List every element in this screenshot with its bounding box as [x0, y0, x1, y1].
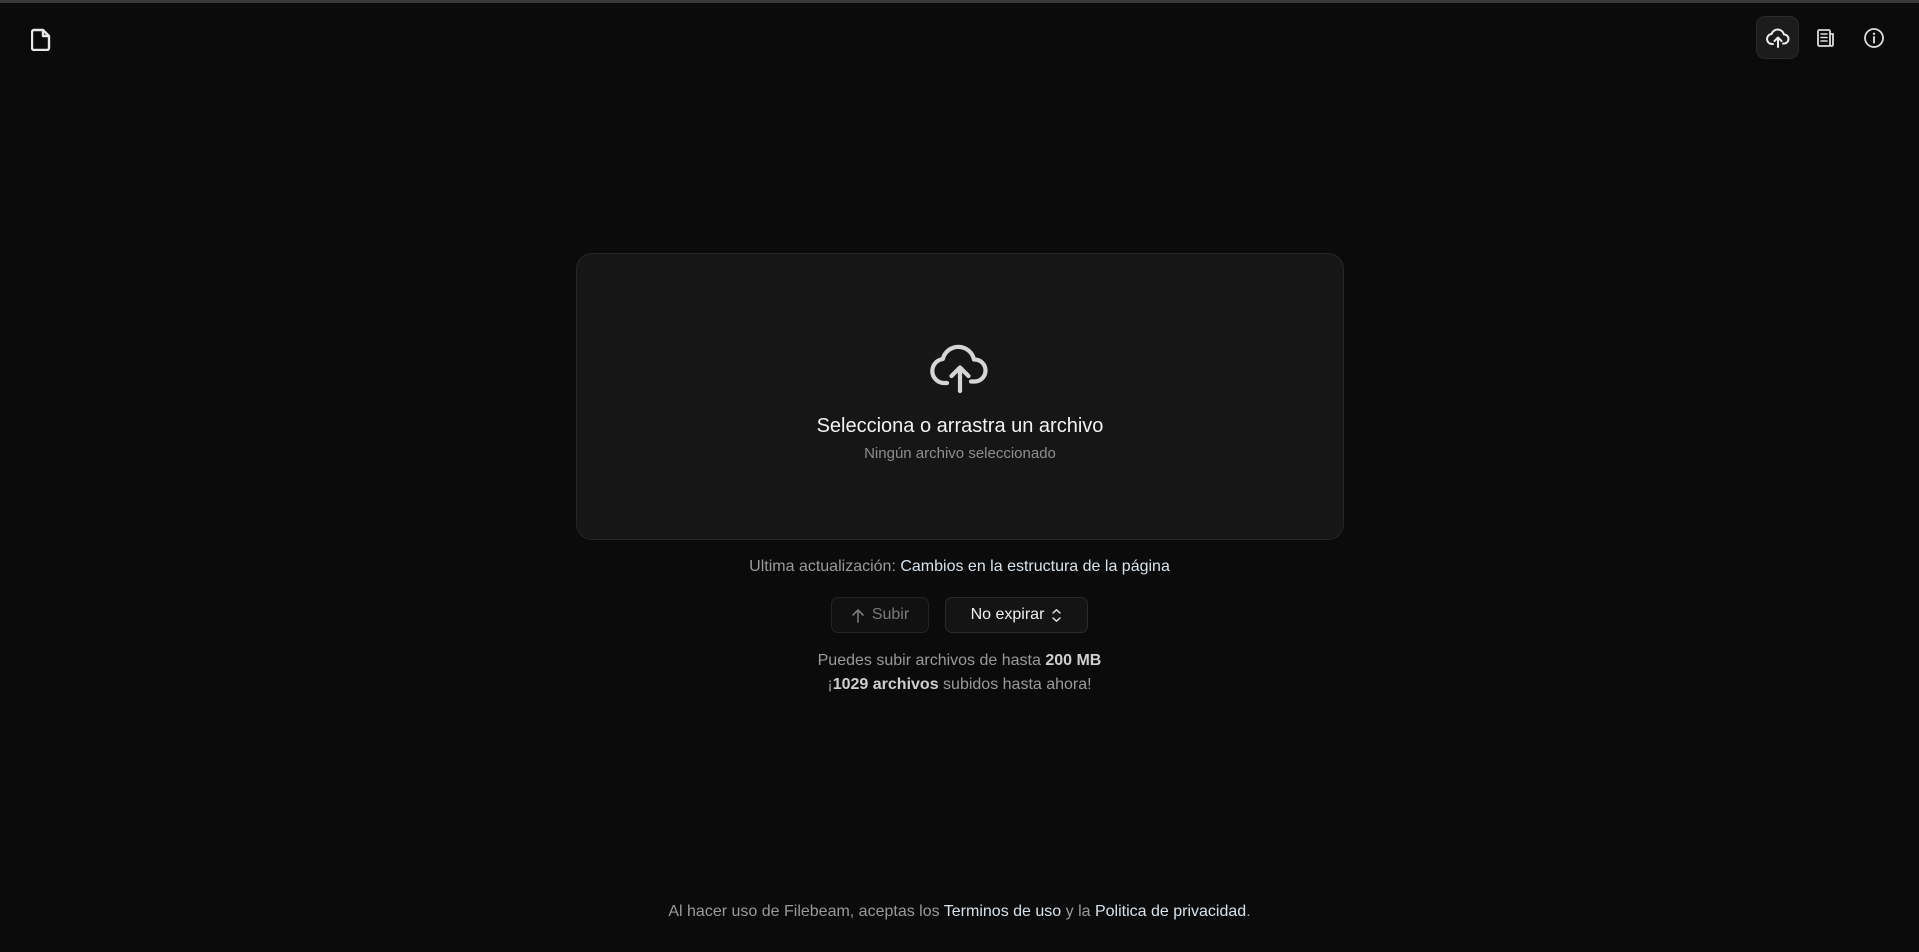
dropzone-subtitle: Ningún archivo seleccionado [864, 445, 1056, 462]
upload-count-suffix: subidos hasta ahora! [943, 676, 1092, 693]
size-limit-text: Puedes subir archivos de hasta 200 MB [0, 652, 1919, 670]
upload-count-value: 1029 archivos [832, 676, 939, 693]
last-update-label: Ultima actualización: [749, 558, 896, 575]
footer-end: . [1246, 903, 1251, 920]
expiration-select-value: No expirar [970, 606, 1045, 623]
upload-actions: Subir No expirar [0, 597, 1919, 633]
upload-nav-button[interactable] [1756, 16, 1799, 59]
footer-middle: y la [1065, 903, 1091, 920]
file-icon [31, 28, 51, 51]
size-limit-value: 200 MB [1045, 652, 1102, 669]
page: Selecciona o arrastra un archivo Ningún … [0, 0, 1919, 952]
last-update: Ultima actualización: Cambios en la estr… [0, 558, 1919, 576]
changelog-nav-button[interactable] [1804, 16, 1847, 59]
file-dropzone[interactable]: Selecciona o arrastra un archivo Ningún … [576, 253, 1344, 540]
cloud-upload-icon [1765, 28, 1789, 48]
arrow-up-icon [852, 608, 864, 623]
chevron-up-down-icon [1052, 608, 1062, 622]
footer: Al hacer uso de Filebeam, aceptas los Te… [0, 903, 1919, 921]
size-limit-prefix: Puedes subir archivos de hasta [817, 652, 1041, 669]
privacy-link[interactable]: Politica de privacidad [1095, 903, 1246, 920]
cloud-upload-icon [930, 344, 988, 394]
upload-button-label: Subir [871, 606, 910, 623]
dropzone-title: Selecciona o arrastra un archivo [816, 415, 1104, 437]
header-toolbar [1756, 16, 1895, 59]
footer-prefix: Al hacer uso de Filebeam, aceptas los [668, 903, 940, 920]
info-icon [1863, 27, 1884, 48]
upload-button[interactable]: Subir [831, 597, 929, 633]
newspaper-icon [1816, 28, 1834, 47]
info-nav-button[interactable] [1852, 16, 1895, 59]
expiration-select[interactable]: No expirar [945, 597, 1088, 633]
upload-count-text: ¡1029 archivos subidos hasta ahora! [0, 676, 1919, 694]
terms-link[interactable]: Terminos de uso [944, 903, 1061, 920]
last-update-link[interactable]: Cambios en la estructura de la página [900, 558, 1170, 575]
filebeam-logo[interactable] [28, 25, 56, 53]
